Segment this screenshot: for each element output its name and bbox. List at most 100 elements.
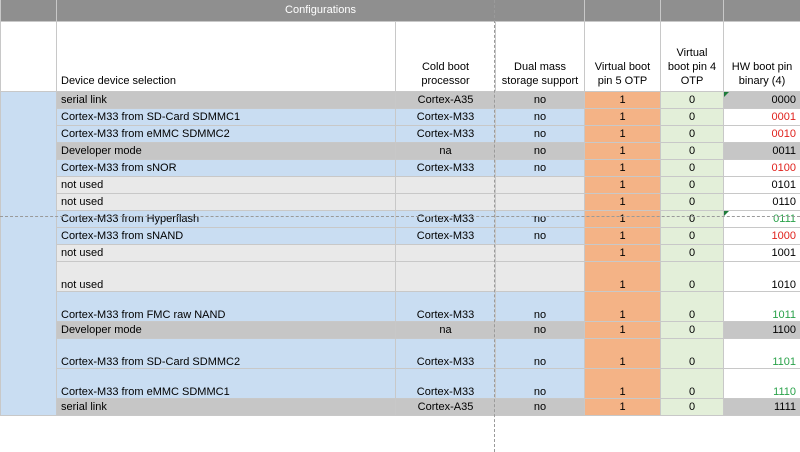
dual-mass-cell[interactable]: no <box>494 107 586 126</box>
hw-boot-pin-cell[interactable]: 0110 <box>723 192 800 211</box>
vbp4-cell[interactable]: 0 <box>660 397 725 416</box>
vbp5-cell[interactable]: 1 <box>584 124 662 143</box>
hw-boot-pin-cell[interactable]: 1111 <box>723 397 800 416</box>
device-selection-cell[interactable]: Cortex-M33 from Hyperflash <box>56 209 396 228</box>
hw-boot-pin-cell[interactable]: 0111 <box>723 209 800 228</box>
vbp5-cell[interactable]: 1 <box>584 175 662 194</box>
hw-boot-pin-cell[interactable]: 0000 <box>723 90 800 109</box>
vbp5-cell[interactable]: 1 <box>584 90 662 109</box>
cold-boot-cell[interactable]: Cortex-M33 <box>395 367 496 399</box>
hw-boot-pin-cell[interactable]: 1110 <box>723 367 800 399</box>
header-vbp4[interactable]: Virtual boot pin 4 OTP <box>660 20 725 92</box>
device-selection-cell[interactable]: not used <box>56 192 396 211</box>
cold-boot-cell[interactable] <box>395 243 496 262</box>
dual-mass-cell[interactable]: no <box>494 226 586 245</box>
hw-boot-pin-cell[interactable]: 0001 <box>723 107 800 126</box>
cold-boot-cell[interactable]: Cortex-M33 <box>395 158 496 177</box>
vbp5-cell[interactable]: 1 <box>584 397 662 416</box>
vbp4-cell[interactable]: 0 <box>660 260 725 292</box>
cold-boot-cell[interactable] <box>395 192 496 211</box>
vbp5-cell[interactable]: 1 <box>584 290 662 322</box>
device-selection-cell[interactable]: Cortex-M33 from FMC raw NAND <box>56 290 396 322</box>
device-selection-cell[interactable]: not used <box>56 260 396 292</box>
hw-boot-pin-cell[interactable]: 1101 <box>723 337 800 369</box>
header-hw-boot-pin[interactable]: HW boot pin binary (4) <box>723 20 800 92</box>
header-dual-mass[interactable]: Dual mass storage support <box>494 20 586 92</box>
device-selection-cell[interactable]: not used <box>56 175 396 194</box>
dual-mass-cell[interactable]: no <box>494 158 586 177</box>
dual-mass-cell[interactable] <box>494 192 586 211</box>
vbp4-cell[interactable]: 0 <box>660 209 725 228</box>
device-selection-cell[interactable]: Developer mode <box>56 141 396 160</box>
cold-boot-cell[interactable]: na <box>395 141 496 160</box>
cold-boot-cell[interactable]: Cortex-A35 <box>395 90 496 109</box>
dual-mass-cell[interactable]: no <box>494 209 586 228</box>
cold-boot-cell[interactable]: Cortex-A35 <box>395 397 496 416</box>
header-vbp5[interactable]: Virtual boot pin 5 OTP <box>584 20 662 92</box>
dual-mass-cell[interactable]: no <box>494 290 586 322</box>
vbp5-cell[interactable]: 1 <box>584 141 662 160</box>
cold-boot-cell[interactable]: Cortex-M33 <box>395 226 496 245</box>
hw-boot-pin-cell[interactable]: 1011 <box>723 290 800 322</box>
hw-boot-pin-cell[interactable]: 1000 <box>723 226 800 245</box>
vbp5-cell[interactable]: 1 <box>584 260 662 292</box>
hw-boot-pin-cell[interactable]: 0011 <box>723 141 800 160</box>
device-selection-cell[interactable]: Cortex-M33 from eMMC SDMMC2 <box>56 124 396 143</box>
configurations-title[interactable]: Configurations <box>55 0 586 22</box>
dual-mass-cell[interactable]: no <box>494 320 586 339</box>
hw-boot-pin-cell[interactable]: 1010 <box>723 260 800 292</box>
device-selection-cell[interactable]: not used <box>56 243 396 262</box>
dual-mass-cell[interactable]: no <box>494 337 586 369</box>
dual-mass-cell[interactable]: no <box>494 141 586 160</box>
vbp5-cell[interactable]: 1 <box>584 158 662 177</box>
header-corner-cell[interactable] <box>0 20 57 92</box>
vbp4-cell[interactable]: 0 <box>660 367 725 399</box>
cold-boot-cell[interactable]: Cortex-M33 <box>395 107 496 126</box>
device-selection-cell[interactable]: Cortex-M33 from SD-Card SDMMC1 <box>56 107 396 126</box>
vbp4-cell[interactable]: 0 <box>660 337 725 369</box>
vbp4-cell[interactable]: 0 <box>660 141 725 160</box>
vbp5-cell[interactable]: 1 <box>584 243 662 262</box>
vbp4-cell[interactable]: 0 <box>660 226 725 245</box>
vbp4-cell[interactable]: 0 <box>660 90 725 109</box>
hw-boot-pin-cell[interactable]: 1001 <box>723 243 800 262</box>
hw-boot-pin-cell[interactable]: 0010 <box>723 124 800 143</box>
vbp4-cell[interactable]: 0 <box>660 243 725 262</box>
vbp4-cell[interactable]: 0 <box>660 290 725 322</box>
cold-boot-cell[interactable]: Cortex-M33 <box>395 337 496 369</box>
dual-mass-cell[interactable]: no <box>494 367 586 399</box>
title-spacer-cell[interactable] <box>0 0 57 22</box>
cold-boot-cell[interactable] <box>395 260 496 292</box>
dual-mass-cell[interactable] <box>494 175 586 194</box>
vbp4-cell[interactable]: 0 <box>660 175 725 194</box>
side-group-label-cell[interactable]: Cortex-M33 master - single boot device <box>0 90 57 416</box>
header-device-selection[interactable]: Device device selection <box>56 20 396 92</box>
device-selection-cell[interactable]: Cortex-M33 from sNOR <box>56 158 396 177</box>
vbp5-cell[interactable]: 1 <box>584 367 662 399</box>
cold-boot-cell[interactable]: na <box>395 320 496 339</box>
device-selection-cell[interactable]: Cortex-M33 from sNAND <box>56 226 396 245</box>
title-cell-vbp4[interactable] <box>660 0 725 22</box>
vbp5-cell[interactable]: 1 <box>584 107 662 126</box>
vbp4-cell[interactable]: 0 <box>660 107 725 126</box>
dual-mass-cell[interactable]: no <box>494 397 586 416</box>
cold-boot-cell[interactable]: Cortex-M33 <box>395 290 496 322</box>
title-cell-hw[interactable] <box>723 0 800 22</box>
device-selection-cell[interactable]: serial link <box>56 397 396 416</box>
vbp5-cell[interactable]: 1 <box>584 209 662 228</box>
title-cell-vbp5[interactable] <box>584 0 662 22</box>
vbp5-cell[interactable]: 1 <box>584 337 662 369</box>
hw-boot-pin-cell[interactable]: 1100 <box>723 320 800 339</box>
cold-boot-cell[interactable]: Cortex-M33 <box>395 124 496 143</box>
vbp4-cell[interactable]: 0 <box>660 192 725 211</box>
hw-boot-pin-cell[interactable]: 0101 <box>723 175 800 194</box>
vbp5-cell[interactable]: 1 <box>584 320 662 339</box>
vbp5-cell[interactable]: 1 <box>584 226 662 245</box>
cold-boot-cell[interactable]: Cortex-M33 <box>395 209 496 228</box>
vbp4-cell[interactable]: 0 <box>660 320 725 339</box>
cold-boot-cell[interactable] <box>395 175 496 194</box>
device-selection-cell[interactable]: Cortex-M33 from SD-Card SDMMC2 <box>56 337 396 369</box>
header-cold-boot[interactable]: Cold boot processor <box>395 20 496 92</box>
device-selection-cell[interactable]: Developer mode <box>56 320 396 339</box>
dual-mass-cell[interactable]: no <box>494 90 586 109</box>
